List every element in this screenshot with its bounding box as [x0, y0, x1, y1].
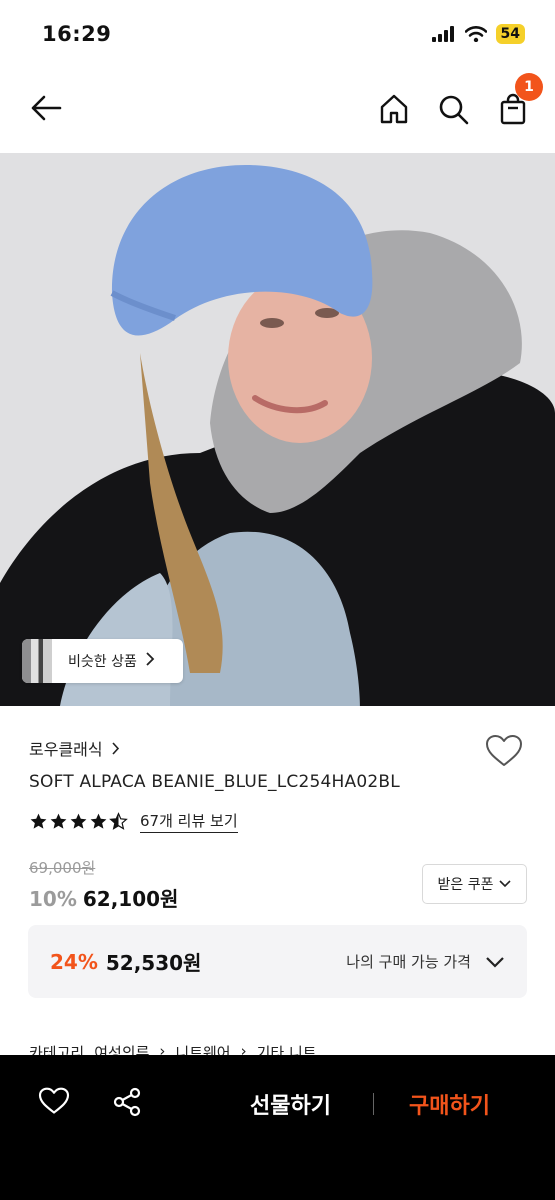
product-photo	[0, 153, 555, 706]
star-icon	[70, 813, 87, 829]
nav-bar: 1	[0, 73, 555, 140]
coupon-label: 받은 쿠폰	[437, 877, 494, 893]
wishlist-button[interactable]	[485, 734, 523, 772]
star-icon	[50, 813, 67, 829]
sale-price: 62,100원	[82, 887, 179, 911]
status-icons: 54	[431, 24, 525, 44]
search-icon	[439, 95, 469, 125]
my-price: 52,530원	[105, 951, 202, 975]
chevron-down-icon	[485, 956, 505, 968]
bottom-wishlist-button[interactable]	[38, 1087, 70, 1119]
cart-count-badge: 1	[515, 73, 543, 101]
search-button[interactable]	[437, 93, 469, 125]
status-time: 16:29	[42, 22, 112, 46]
gift-button[interactable]: 선물하기	[250, 1088, 331, 1120]
cart-button[interactable]: 1	[497, 73, 543, 125]
buy-button[interactable]: 구매하기	[409, 1088, 490, 1120]
heart-icon	[38, 1087, 70, 1114]
back-button[interactable]	[28, 90, 64, 126]
similar-products-label: 비슷한 상품	[68, 654, 137, 670]
chevron-down-icon	[499, 880, 512, 888]
chevron-right-icon	[145, 652, 155, 670]
home-icon	[380, 94, 408, 124]
star-icon	[90, 813, 107, 829]
half-star-icon	[109, 812, 128, 830]
signal-icon	[431, 26, 454, 42]
product-image[interactable]	[0, 153, 555, 706]
star-icon	[30, 813, 47, 829]
brand-link[interactable]: 로우클래식	[29, 736, 120, 760]
share-icon	[113, 1087, 141, 1117]
my-price-label: 나의 구매 가능 가격	[346, 953, 471, 971]
divider	[373, 1093, 374, 1115]
battery-indicator: 54	[495, 24, 525, 44]
chevron-right-icon	[112, 741, 119, 755]
rating-row: 67개 리뷰 보기	[29, 810, 238, 833]
home-button[interactable]	[378, 93, 410, 125]
original-price: 69,000원	[29, 859, 96, 877]
discount-rate: 10%	[29, 887, 77, 911]
status-bar: 16:29 54	[0, 0, 555, 70]
heart-icon	[486, 735, 522, 766]
reviews-link[interactable]: 67개 리뷰 보기	[140, 810, 238, 833]
rating-stars	[29, 812, 128, 831]
similar-products-button[interactable]: 비슷한 상품	[22, 639, 183, 683]
share-button[interactable]	[112, 1087, 142, 1121]
my-discount-rate: 24%	[50, 949, 98, 974]
product-name: SOFT ALPACA BEANIE_BLUE_LC254HA02BL	[29, 772, 400, 792]
wifi-icon	[464, 26, 487, 42]
coupon-button[interactable]: 받은 쿠폰	[422, 864, 527, 904]
my-price-box[interactable]: 24% 52,530원 나의 구매 가능 가격	[28, 925, 527, 998]
similar-thumbnail	[22, 639, 52, 683]
price-row: 10% 62,100원	[29, 883, 178, 912]
brand-name: 로우클래식	[29, 740, 103, 759]
back-arrow-icon	[31, 95, 62, 121]
bottom-action-bar	[0, 1055, 555, 1200]
